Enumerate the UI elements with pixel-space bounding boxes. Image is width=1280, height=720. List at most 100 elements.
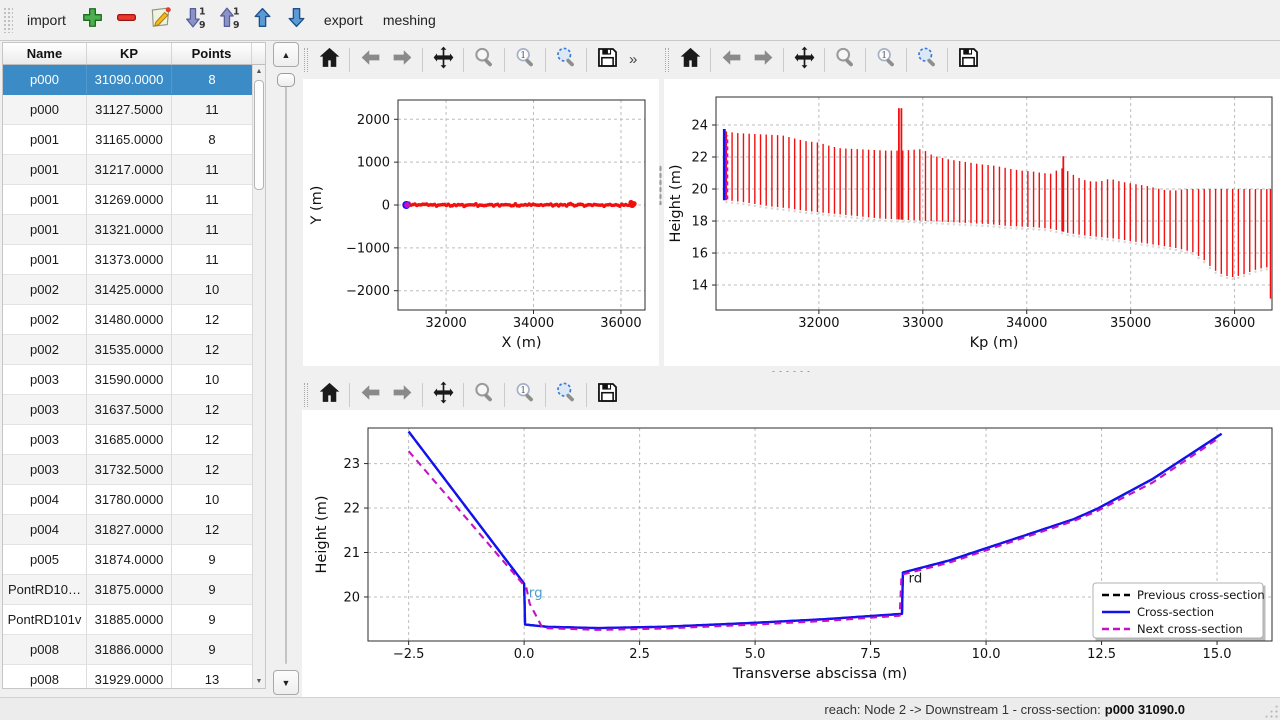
export-button[interactable]: export xyxy=(314,7,373,33)
cell-name: p005 xyxy=(3,545,87,575)
slider-up-button[interactable]: ▲ xyxy=(273,42,299,67)
home-button[interactable] xyxy=(313,44,345,75)
cross-section-figure[interactable]: −2.50.02.55.07.510.012.515.020212223Tran… xyxy=(302,410,1280,697)
save-button[interactable] xyxy=(952,44,984,75)
table-row[interactable]: p00231425.000010 xyxy=(3,275,253,305)
table-scrollbar-thumb[interactable] xyxy=(254,80,264,190)
back-button[interactable] xyxy=(715,44,747,75)
table-row[interactable]: p00131217.000011 xyxy=(3,155,253,185)
edit-section-button[interactable] xyxy=(144,4,178,36)
plan-view-figure[interactable]: 320003400036000200010000−1000−2000X (m)Y… xyxy=(303,79,659,366)
table-row[interactable]: p00031127.500011 xyxy=(3,95,253,125)
zoom-rect-button[interactable] xyxy=(550,44,582,75)
table-row[interactable]: p00331732.500012 xyxy=(3,455,253,485)
forward-button[interactable] xyxy=(386,379,418,410)
move-down-button[interactable] xyxy=(280,4,314,36)
toolbar-handle[interactable] xyxy=(304,383,308,407)
save-button[interactable] xyxy=(591,44,623,75)
toolbar-grip[interactable] xyxy=(3,7,13,33)
zoom-one-button[interactable]: 1 xyxy=(870,44,902,75)
table-row[interactable]: p00431780.000010 xyxy=(3,485,253,515)
toolbar-overflow-button[interactable]: » xyxy=(623,51,643,68)
table-row[interactable]: p00131373.000011 xyxy=(3,245,253,275)
table-scrollbar[interactable]: ▲ ▼ xyxy=(252,65,265,688)
svg-text:Height (m): Height (m) xyxy=(314,496,330,574)
back-icon xyxy=(358,380,383,410)
table-row[interactable]: p00331685.000012 xyxy=(3,425,253,455)
cell-name: p004 xyxy=(3,485,87,515)
scroll-up-arrow-icon[interactable]: ▲ xyxy=(253,65,265,78)
table-row[interactable]: p00831886.00009 xyxy=(3,635,253,665)
sort-descending-button[interactable]: 19 xyxy=(178,4,212,36)
long-profile-figure[interactable]: 3200033000340003500036000242220181614Kp … xyxy=(664,79,1280,366)
table-row[interactable]: PontRD10…31875.00009 xyxy=(3,575,253,605)
table-row[interactable]: p00431827.000012 xyxy=(3,515,253,545)
horizontal-splitter[interactable] xyxy=(301,366,1280,377)
zoom-button[interactable] xyxy=(468,44,500,75)
toolbar-separator xyxy=(422,383,423,407)
table-row[interactable]: p00231535.000012 xyxy=(3,335,253,365)
arrow-down-icon xyxy=(284,5,309,35)
toolbar-separator xyxy=(710,48,711,72)
pan-button[interactable] xyxy=(427,44,459,75)
slider-groove[interactable] xyxy=(285,73,287,664)
table-row[interactable]: PontRD101v31885.00009 xyxy=(3,605,253,635)
meshing-button[interactable]: meshing xyxy=(373,7,446,33)
svg-text:1: 1 xyxy=(233,6,240,17)
cell-kp: 31590.0000 xyxy=(87,365,172,395)
table-row[interactable]: p00031090.00008 xyxy=(3,65,253,95)
table-row[interactable]: p00331590.000010 xyxy=(3,365,253,395)
import-button[interactable]: import xyxy=(17,7,76,33)
zoom-one-button[interactable]: 1 xyxy=(509,379,541,410)
forward-button[interactable] xyxy=(386,44,418,75)
cell-name: p003 xyxy=(3,455,87,485)
cell-kp: 31535.0000 xyxy=(87,335,172,365)
forward-button[interactable] xyxy=(747,44,779,75)
column-header-kp[interactable]: KP xyxy=(87,43,172,64)
column-header-points[interactable]: Points xyxy=(172,43,252,64)
cell-points: 10 xyxy=(172,365,252,395)
toolbar-separator xyxy=(504,48,505,72)
table-row[interactable]: p00831929.000013 xyxy=(3,665,253,689)
cell-kp: 31425.0000 xyxy=(87,275,172,305)
pan-button[interactable] xyxy=(427,379,459,410)
zoom-button[interactable] xyxy=(468,379,500,410)
table-row[interactable]: p00331637.500012 xyxy=(3,395,253,425)
cell-name: p001 xyxy=(3,125,87,155)
back-button[interactable] xyxy=(354,379,386,410)
remove-section-button[interactable] xyxy=(110,4,144,36)
column-header-name[interactable]: Name xyxy=(3,43,87,64)
table-row[interactable]: p00131321.000011 xyxy=(3,215,253,245)
zoom-rect-button[interactable] xyxy=(911,44,943,75)
scroll-down-arrow-icon[interactable]: ▼ xyxy=(253,675,265,688)
cell-kp: 31127.5000 xyxy=(87,95,172,125)
toolbar-separator xyxy=(947,48,948,72)
sort-ascending-button[interactable]: 19 xyxy=(212,4,246,36)
cell-name: p000 xyxy=(3,65,87,95)
home-button[interactable] xyxy=(674,44,706,75)
table-row[interactable]: p00531874.00009 xyxy=(3,545,253,575)
zoom-rect-button[interactable] xyxy=(550,379,582,410)
back-button[interactable] xyxy=(354,44,386,75)
add-section-button[interactable] xyxy=(76,4,110,36)
slider-down-button[interactable]: ▼ xyxy=(273,670,299,695)
home-button[interactable] xyxy=(313,379,345,410)
slider-handle[interactable] xyxy=(277,73,295,87)
pan-button[interactable] xyxy=(788,44,820,75)
cell-name: p001 xyxy=(3,215,87,245)
save-button[interactable] xyxy=(591,379,623,410)
save-icon xyxy=(595,45,620,75)
table-row[interactable]: p00131269.000011 xyxy=(3,185,253,215)
toolbar-handle[interactable] xyxy=(304,48,308,72)
move-up-button[interactable] xyxy=(246,4,280,36)
vertical-splitter[interactable] xyxy=(659,165,662,205)
table-row[interactable]: p00231480.000012 xyxy=(3,305,253,335)
zoom-button[interactable] xyxy=(829,44,861,75)
long-profile-toolbar: 1 xyxy=(664,41,994,78)
section-browse-slider: ▲ ▼ xyxy=(272,42,300,695)
table-row[interactable]: p00131165.00008 xyxy=(3,125,253,155)
cell-points: 12 xyxy=(172,515,252,545)
zoom-one-button[interactable]: 1 xyxy=(509,44,541,75)
toolbar-handle[interactable] xyxy=(665,48,669,72)
svg-text:Height (m): Height (m) xyxy=(668,165,684,243)
